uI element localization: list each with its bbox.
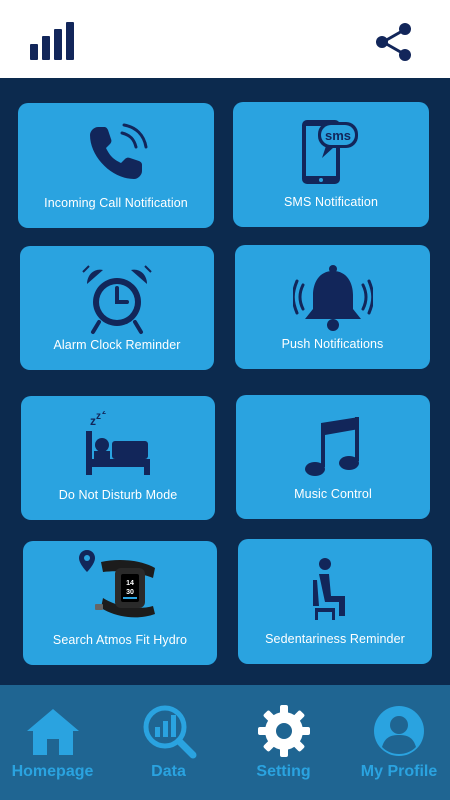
sms-badge-text: sms xyxy=(325,128,351,143)
tile-sms-notification[interactable]: sms SMS Notification xyxy=(233,102,429,227)
nav-label: My Profile xyxy=(360,763,438,780)
tile-label: Music Control xyxy=(294,487,372,501)
tile-label: SMS Notification xyxy=(284,195,378,209)
alarm-clock-icon xyxy=(82,265,152,334)
sitting-person-icon xyxy=(313,558,345,620)
nav-data[interactable]: Data xyxy=(116,685,221,800)
bottom-nav: Homepage Data Setting My Profile xyxy=(0,685,450,800)
nav-label: Data xyxy=(151,763,186,780)
feature-grid: Incoming Call Notification sms SMS Notif… xyxy=(0,78,450,685)
sleeping-bed-icon: z z z xyxy=(86,411,150,475)
svg-text:14: 14 xyxy=(126,580,134,587)
tile-label: Search Atmos Fit Hydro xyxy=(52,633,188,647)
sms-phone-icon: sms xyxy=(302,120,358,184)
tile-label: Sedentariness Reminder xyxy=(265,632,405,646)
tile-label: Push Notifications xyxy=(281,337,384,351)
nav-setting[interactable]: Setting xyxy=(231,685,336,800)
svg-text:z: z xyxy=(102,411,106,416)
signal-bars-icon[interactable] xyxy=(30,22,76,60)
nav-label: Setting xyxy=(256,763,311,780)
nav-my-profile[interactable]: My Profile xyxy=(348,685,450,800)
top-bar xyxy=(0,0,450,78)
tile-incoming-call[interactable]: Incoming Call Notification xyxy=(18,103,214,228)
tile-label: Incoming Call Notification xyxy=(44,196,188,210)
tile-label: Do Not Disturb Mode xyxy=(58,488,178,502)
share-icon[interactable] xyxy=(374,22,414,62)
svg-text:z: z xyxy=(96,411,101,422)
profile-icon xyxy=(374,706,424,756)
tile-do-not-disturb[interactable]: z z z Do Not Disturb Mode xyxy=(21,396,215,520)
music-note-icon xyxy=(305,417,359,476)
tile-label: Alarm Clock Reminder xyxy=(53,338,181,352)
tile-music-control[interactable]: Music Control xyxy=(236,395,430,519)
tile-push-notifications[interactable]: Push Notifications xyxy=(235,245,430,369)
svg-text:30: 30 xyxy=(126,589,134,596)
tile-alarm-clock[interactable]: Alarm Clock Reminder xyxy=(20,246,214,370)
tile-sedentariness-reminder[interactable]: Sedentariness Reminder xyxy=(238,539,432,664)
nav-label: Homepage xyxy=(11,763,94,780)
fitness-band-icon: 14 30 xyxy=(79,550,155,618)
nav-homepage[interactable]: Homepage xyxy=(0,685,105,800)
phone-ringing-icon xyxy=(90,123,148,179)
gear-icon xyxy=(257,705,310,757)
chart-search-icon xyxy=(143,705,196,759)
home-icon xyxy=(26,709,79,755)
bell-icon xyxy=(292,265,373,331)
tile-search-device[interactable]: 14 30 Search Atmos Fit Hydro xyxy=(23,541,217,665)
